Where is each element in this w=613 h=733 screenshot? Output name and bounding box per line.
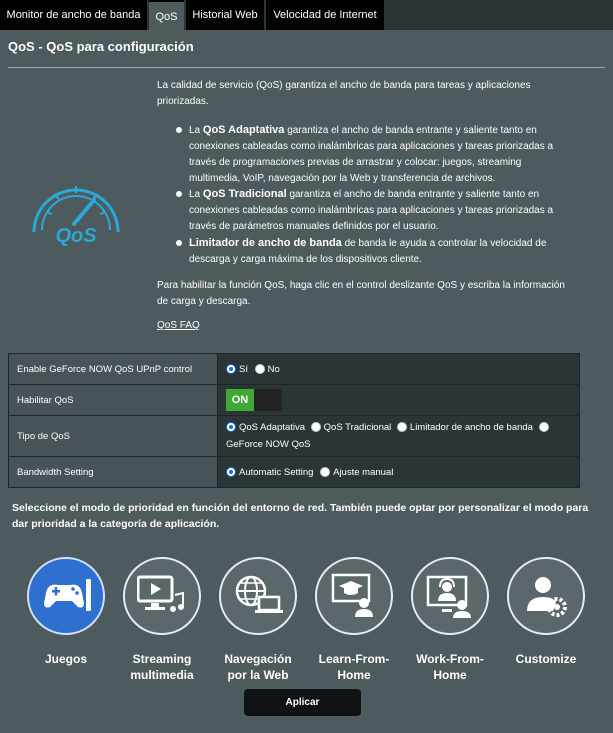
intro-text: La calidad de servicio (QoS) garantiza e… (157, 80, 531, 107)
qos-type-options: QoS Adaptativa QoS Tradicional Limitador… (217, 415, 580, 457)
mode-streaming[interactable]: Streaming multimedia (123, 557, 201, 683)
qos-geforce-label: GeForce NOW QoS (226, 439, 311, 450)
qos-limiter-radio[interactable] (396, 422, 407, 433)
bullet-dot (176, 240, 182, 246)
mode-games[interactable]: Juegos (27, 557, 105, 667)
mode-customize[interactable]: Customize (507, 557, 585, 667)
geforce-options: Sí No (217, 353, 580, 385)
enable-qos-label: Habilitar QoS (8, 384, 218, 416)
bullet-dot (176, 127, 182, 133)
mode-label: Juegos (44, 652, 87, 666)
qos-traditional-radio[interactable] (310, 422, 321, 433)
bullet-bandwidth-limiter: Limitador de ancho de banda de banda le … (189, 237, 547, 265)
learn-from-home-icon (329, 573, 379, 619)
mode-label: Customize (515, 652, 577, 666)
bullet-adaptive-qos: La QoS Adaptativa garantiza el ancho de … (189, 124, 554, 184)
gamepad-icon (40, 579, 92, 613)
web-browsing-icon (233, 573, 283, 617)
qos-type-row: Tipo de QoS QoS Adaptativa QoS Tradicion… (8, 415, 580, 457)
geforce-yes-radio[interactable] (226, 363, 236, 374)
bandwidth-options: Automatic Setting Ajuste manual (217, 456, 580, 488)
qos-adaptive-label: QoS Adaptativa (239, 422, 306, 433)
qos-limiter-label: Limitador de ancho de banda (409, 422, 533, 433)
mode-label: Streaming multimedia (130, 652, 194, 682)
qos-logo: QoS (24, 170, 128, 248)
geforce-no-radio[interactable] (254, 363, 265, 374)
bandwidth-manual-label: Ajuste manual (333, 466, 394, 478)
mode-circle (219, 557, 297, 635)
bandwidth-auto-radio[interactable] (226, 466, 236, 477)
mode-circle (123, 557, 201, 635)
title-divider (8, 67, 605, 68)
tab-web-history[interactable]: Historial Web (186, 0, 264, 30)
geforce-row: Enable GeForce NOW QoS UPnP control Sí N… (8, 353, 580, 385)
mode-circle (315, 557, 393, 635)
bandwidth-manual-radio[interactable] (320, 466, 331, 477)
bullet-dot (176, 191, 182, 197)
page-title: QoS - QoS para configuración (8, 39, 194, 54)
qos-faq-link[interactable]: QoS FAQ (157, 320, 200, 331)
tab-internet-speed[interactable]: Velocidad de Internet (266, 0, 384, 30)
toggle-on-text: ON (226, 389, 254, 411)
bandwidth-auto-label: Automatic Setting (239, 466, 314, 478)
bandwidth-label: Bandwidth Setting (8, 456, 218, 488)
mode-work-from-home[interactable]: Work-From- Home (411, 557, 489, 683)
mode-label: Navegación por la Web (224, 652, 292, 682)
mode-circle (411, 557, 489, 635)
media-streaming-icon (137, 575, 187, 615)
tab-bandwidth-monitor[interactable]: Monitor de ancho de banda (0, 0, 147, 30)
geforce-no-label: No (267, 363, 280, 375)
bullet-traditional-qos: La QoS Tradicional garantiza el ancho de… (189, 188, 554, 232)
qos-geforce-radio[interactable] (538, 422, 549, 433)
enable-qos-row: Habilitar QoS ON (8, 384, 580, 416)
geforce-label: Enable GeForce NOW QoS UPnP control (8, 353, 218, 385)
mode-circle (27, 557, 105, 635)
settings-table: Enable GeForce NOW QoS UPnP control Sí N… (8, 353, 580, 488)
mode-learn-from-home[interactable]: Learn-From- Home (315, 557, 393, 683)
mode-web-browsing[interactable]: Navegación por la Web (219, 557, 297, 683)
qos-traditional-label: QoS Tradicional (323, 422, 392, 433)
mode-label: Learn-From- Home (318, 652, 390, 682)
qos-logo-text: QoS (55, 225, 97, 247)
tab-bar: Monitor de ancho de banda QoS Historial … (0, 0, 613, 32)
toggle-knob (254, 389, 282, 411)
bandwidth-row: Bandwidth Setting Automatic Setting Ajus… (8, 456, 580, 488)
geforce-yes-label: Sí (239, 363, 248, 375)
tab-qos[interactable]: QoS (149, 0, 184, 32)
apply-button[interactable]: Aplicar (244, 689, 361, 716)
mode-label: Work-From- Home (416, 652, 484, 682)
enable-qos-cell: ON (217, 384, 580, 416)
work-from-home-icon (424, 571, 476, 619)
priority-mode-text: Seleccione el modo de prioridad en funci… (12, 502, 589, 530)
enable-hint-text: Para habilitar la función QoS, haga clic… (157, 280, 565, 307)
qos-type-label: Tipo de QoS (8, 415, 218, 457)
qos-adaptive-radio[interactable] (226, 422, 236, 433)
customize-icon (523, 571, 569, 619)
mode-circle (507, 557, 585, 635)
enable-qos-toggle[interactable]: ON (226, 389, 282, 411)
